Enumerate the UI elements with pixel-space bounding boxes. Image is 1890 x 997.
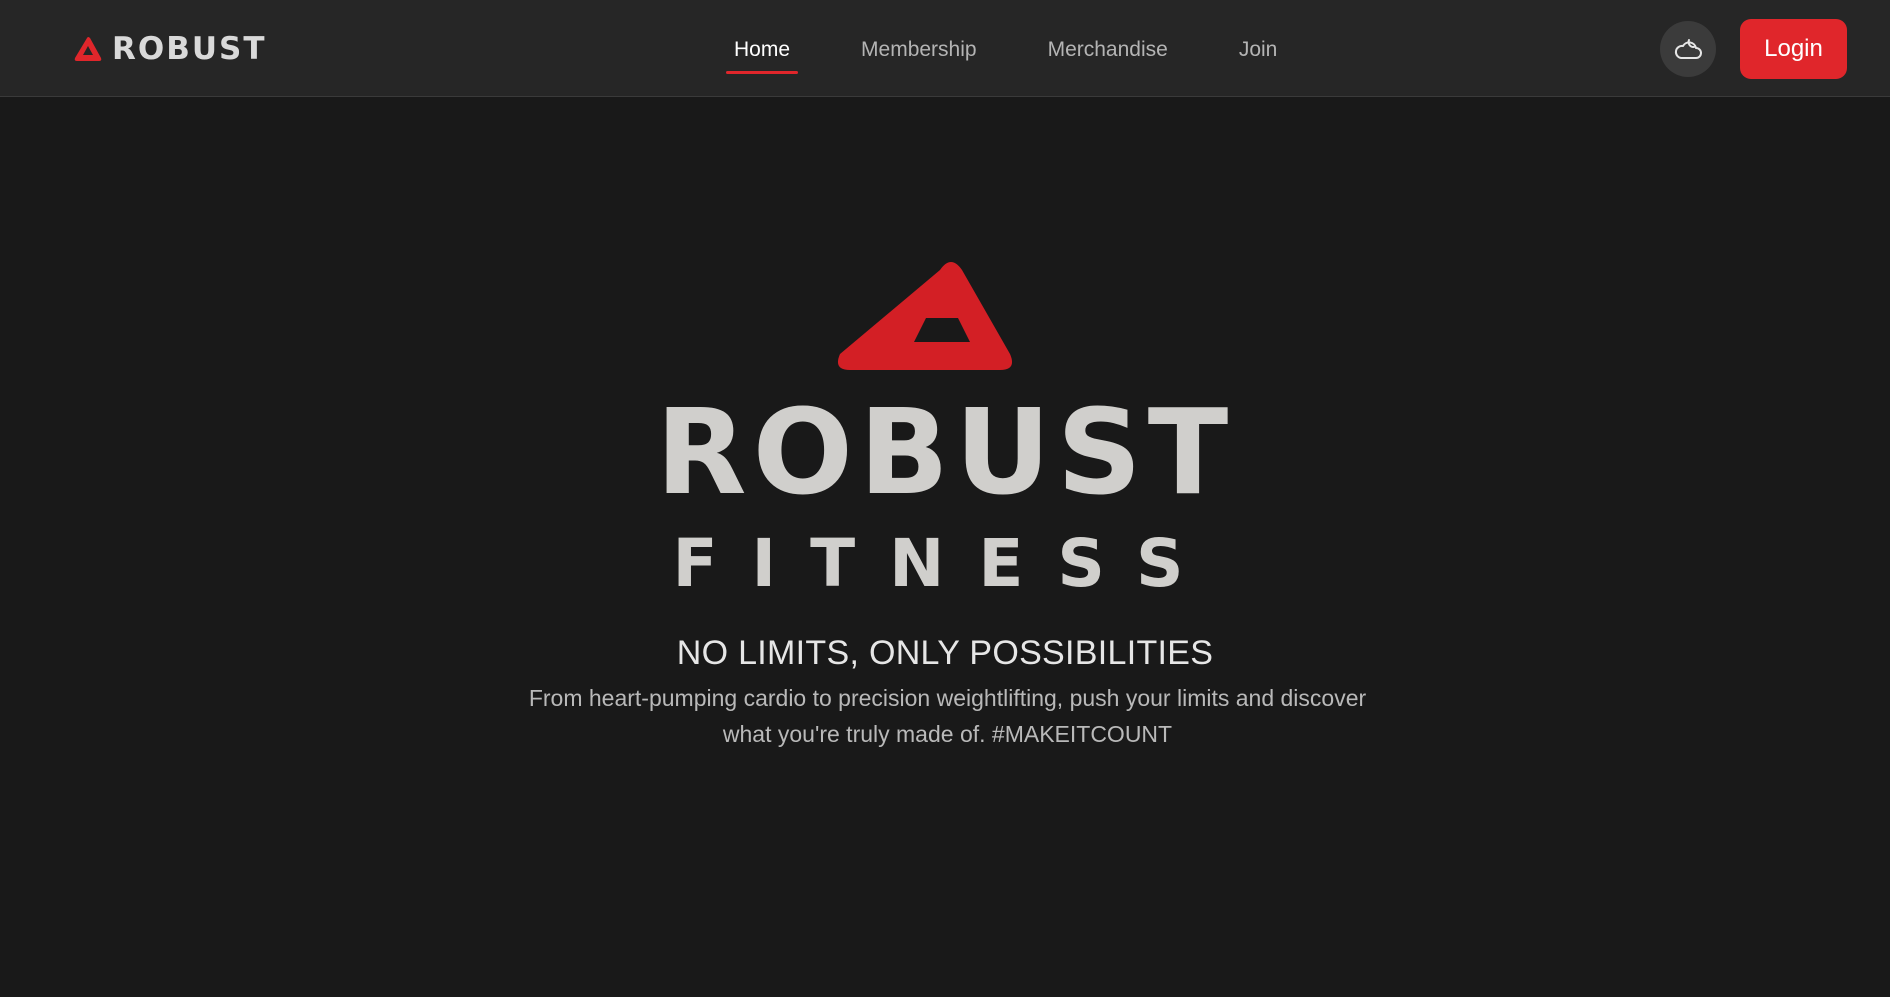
hero-section: ROBUST FITNESS NO LIMITS, ONLY POSSIBILI…: [0, 98, 1890, 997]
hero-description: From heart-pumping cardio to precision w…: [528, 685, 1367, 747]
logo-triangle-mark: [837, 262, 1013, 370]
hero-headline: NO LIMITS, ONLY POSSIBILITIES: [676, 634, 1214, 672]
nav-link-membership[interactable]: Membership: [853, 28, 985, 72]
login-button[interactable]: Login: [1740, 19, 1847, 79]
logo-subword: FITNESS: [672, 525, 1217, 598]
nav-link-join[interactable]: Join: [1231, 28, 1286, 72]
cloud-icon: [1674, 39, 1702, 59]
theme-toggle-button[interactable]: [1660, 21, 1716, 77]
logo-word: ROBUST: [656, 383, 1234, 521]
nav-link-home[interactable]: Home: [726, 28, 799, 74]
brand-logo-link[interactable]: ROBUST: [74, 31, 267, 67]
robust-fitness-logo: ROBUST FITNESS: [656, 262, 1234, 598]
brand-name: ROBUST: [112, 31, 267, 67]
top-navbar: ROBUST Home Membership Merchandise Join …: [0, 0, 1890, 97]
brand-triangle-icon: [74, 37, 102, 61]
nav-link-merchandise[interactable]: Merchandise: [1040, 28, 1176, 72]
main-nav: Home Membership Merchandise Join: [726, 28, 1340, 74]
